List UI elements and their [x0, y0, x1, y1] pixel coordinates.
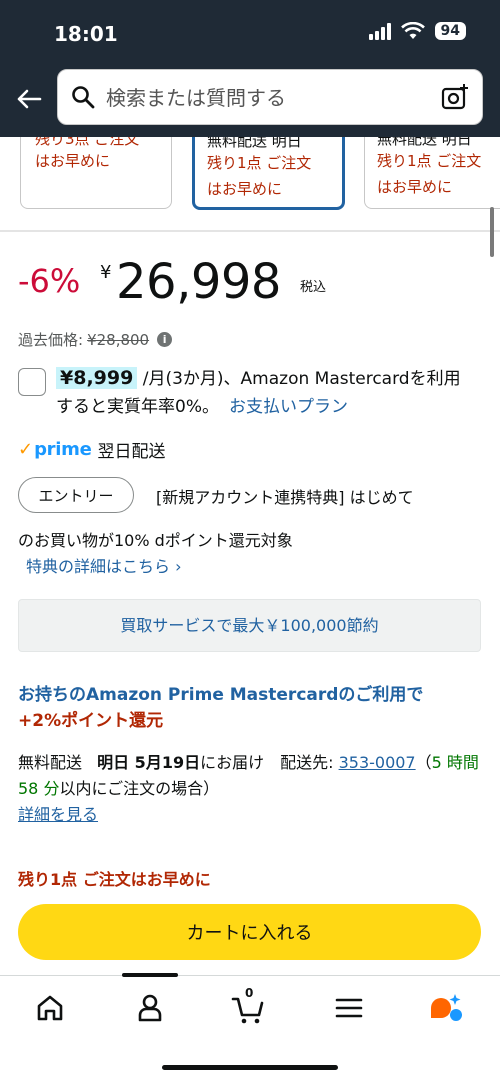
paren-open: （	[415, 753, 432, 772]
free-shipping-label: 無料配送	[18, 753, 83, 772]
delivery-info: 無料配送 明日 5月19日にお届け 配送先: 353-0007（5 時間 58 …	[18, 750, 488, 828]
top-bar: 18:01 94	[0, 0, 500, 137]
past-price: 過去価格: ¥28,800 i	[18, 329, 173, 350]
cart-count: 0	[245, 986, 254, 1000]
search-bar[interactable]	[57, 69, 483, 125]
installment-text: ¥8,999 /月(3か月)、Amazon Mastercardを利用すると実質…	[56, 364, 476, 421]
info-icon[interactable]: i	[157, 332, 173, 347]
signal-icon	[368, 22, 391, 40]
prime-check-icon: ✓	[18, 439, 34, 460]
prime-delivery: ✓ prime 翌日配送	[18, 437, 166, 462]
payment-plan-link[interactable]: お支払いプラン	[229, 397, 348, 417]
delivery-arrive-text: にお届け 配送先:	[200, 753, 339, 772]
card-offer-points: +2%ポイント還元	[18, 711, 164, 731]
account-icon[interactable]	[132, 990, 168, 1026]
installment-price: ¥8,999	[56, 367, 138, 389]
order-deadline-text: 以内にご注文の場合）	[59, 779, 220, 798]
delivery-zip-link[interactable]: 353-0007	[339, 753, 416, 772]
installment-checkbox[interactable]	[18, 368, 46, 396]
card-offer-text: お持ちのAmazon Prime Mastercardのご利用で	[18, 685, 424, 705]
add-to-cart-button[interactable]: カートに入れる	[18, 904, 481, 960]
delivery-date: 明日 5月19日	[97, 753, 201, 772]
price-amount: 26,998	[116, 254, 281, 310]
back-arrow-icon[interactable]	[14, 84, 44, 114]
tradein-button[interactable]: 買取サービスで最大￥100,000節約	[18, 599, 481, 652]
stock-warning: 残り1点 ご注文はお早めに	[18, 870, 211, 889]
home-icon[interactable]	[32, 990, 68, 1026]
wifi-icon	[400, 22, 425, 39]
tax-label: 税込	[300, 280, 327, 295]
delivery-details-link[interactable]: 詳細を見る	[18, 805, 98, 824]
offer-card[interactable]: 無料配送 明日 残り1点 ご注文 はお早めに	[364, 137, 500, 209]
search-icon	[72, 86, 95, 109]
scrollbar-thumb[interactable]	[490, 207, 494, 257]
rufus-assistant-icon[interactable]	[428, 990, 464, 1026]
offer-card[interactable]: 残り3点 ご注文 はお早めに	[20, 137, 172, 209]
cart-nav[interactable]: 0	[230, 986, 266, 1026]
offer-card-selected[interactable]: 無料配送 明日 残り1点 ご注文 はお早めに	[192, 137, 345, 210]
home-indicator	[162, 1065, 338, 1070]
menu-icon[interactable]	[331, 990, 367, 1026]
currency-symbol: ¥	[100, 262, 112, 283]
search-input[interactable]	[106, 80, 426, 116]
battery-icon: 94	[434, 22, 466, 40]
promo-text: [新規アカウント連携特典] はじめて	[156, 488, 414, 507]
entry-button[interactable]: エントリー	[18, 477, 134, 513]
status-icons: 94	[368, 22, 466, 40]
status-time: 18:01	[54, 22, 118, 46]
section-divider	[0, 230, 500, 232]
camera-icon[interactable]	[440, 82, 470, 112]
card-offer[interactable]: お持ちのAmazon Prime Mastercardのご利用で +2%ポイント…	[18, 682, 488, 734]
offer-carousel: 残り3点 ご注文 はお早めに 無料配送 明日 残り1点 ご注文 はお早めに 無料…	[0, 137, 500, 232]
discount-percent: -6%	[18, 262, 81, 300]
prime-logo: prime	[34, 439, 92, 460]
past-price-label: 過去価格:	[18, 331, 84, 349]
prime-delivery-text: 翌日配送	[97, 442, 166, 462]
bottom-nav: 0	[0, 973, 500, 1080]
promo-text: のお買い物が10% dポイント還元対象	[18, 531, 293, 550]
past-price-value: ¥28,800	[87, 330, 150, 349]
active-tab-indicator	[122, 973, 178, 977]
promo-details-link[interactable]: 特典の詳細はこちら ›	[26, 553, 182, 577]
